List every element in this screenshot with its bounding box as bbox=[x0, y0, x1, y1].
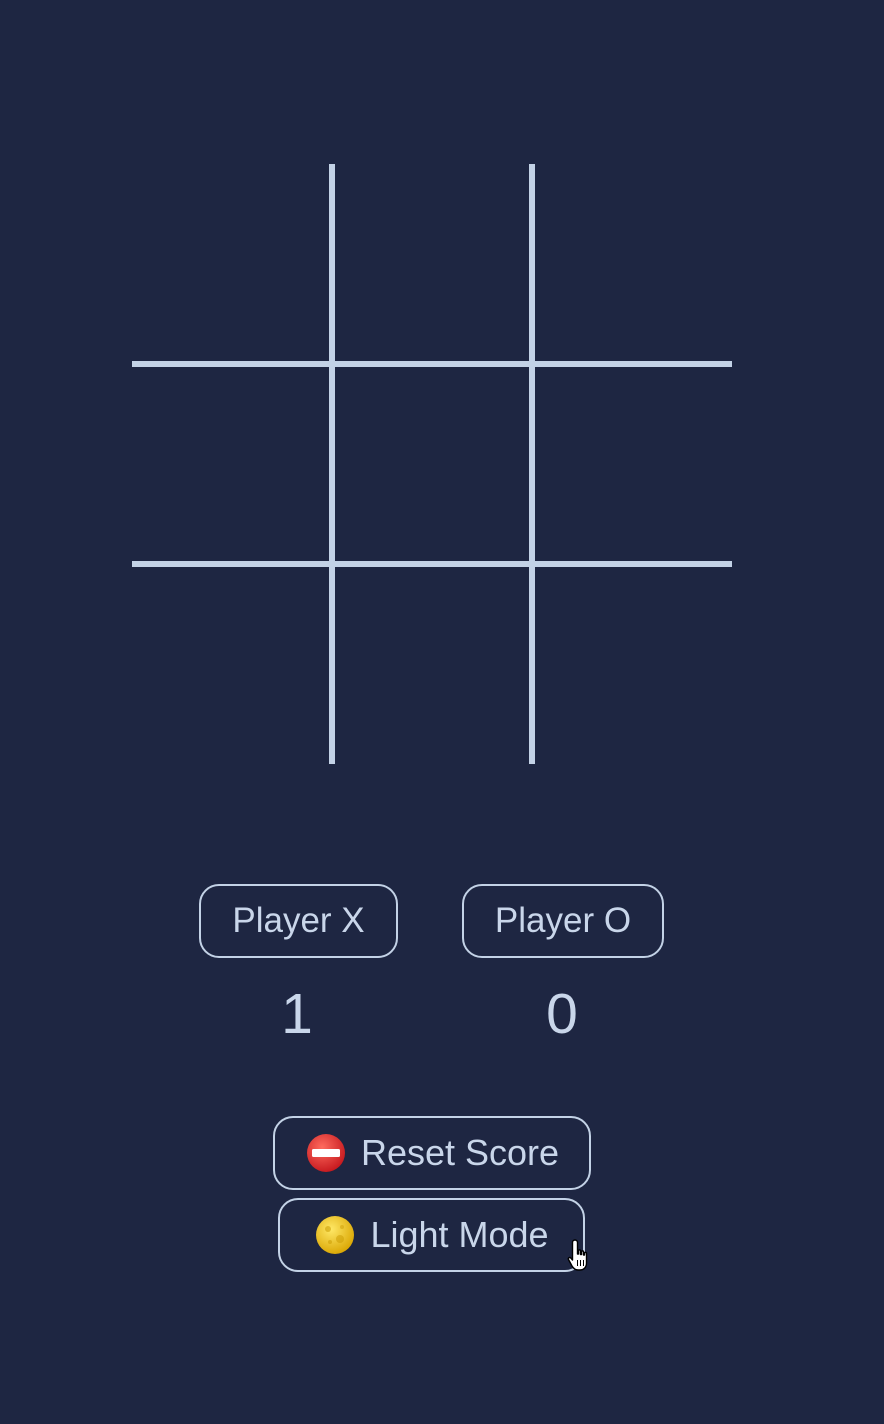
player-x-button[interactable]: Player X bbox=[199, 884, 398, 958]
game-board bbox=[132, 164, 732, 764]
board-cell-8[interactable] bbox=[332, 564, 532, 764]
player-o-score: 0 bbox=[546, 982, 578, 1046]
no-entry-icon bbox=[306, 1134, 345, 1172]
board-cell-9[interactable] bbox=[532, 564, 732, 764]
player-o-button[interactable]: Player O bbox=[462, 884, 664, 958]
board-cell-7[interactable] bbox=[132, 564, 332, 764]
board-cell-6[interactable] bbox=[532, 364, 732, 564]
reset-score-button[interactable]: Reset Score bbox=[273, 1116, 591, 1190]
moon-icon bbox=[316, 1216, 355, 1254]
board-cell-4[interactable] bbox=[132, 364, 332, 564]
player-x-score: 1 bbox=[281, 982, 313, 1046]
light-mode-label: Light Mode bbox=[370, 1214, 549, 1255]
board-cell-2[interactable] bbox=[332, 164, 532, 364]
board-cell-3[interactable] bbox=[532, 164, 732, 364]
board-cell-5[interactable] bbox=[332, 364, 532, 564]
reset-score-label: Reset Score bbox=[360, 1132, 560, 1173]
board-cell-1[interactable] bbox=[132, 164, 332, 364]
light-mode-button[interactable]: Light Mode bbox=[278, 1198, 585, 1272]
